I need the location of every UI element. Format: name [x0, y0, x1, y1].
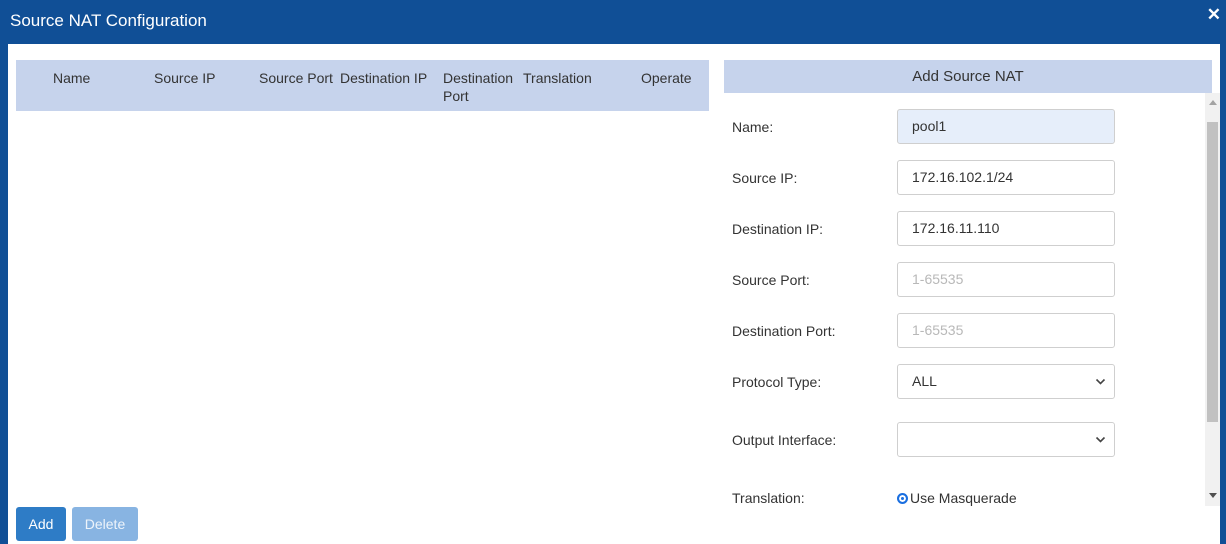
source-port-row: Source Port: 1-65535: [724, 262, 1194, 298]
column-header-operate: Operate: [641, 70, 692, 86]
dialog-titlebar: Source NAT Configuration ✕: [0, 0, 1226, 44]
name-row: Name: pool1: [724, 109, 1194, 145]
name-input[interactable]: pool1: [897, 109, 1115, 144]
add-button[interactable]: Add: [16, 507, 66, 541]
column-header-destination-ip: Destination IP: [340, 70, 428, 86]
destination-port-input[interactable]: 1-65535: [897, 313, 1115, 348]
destination-ip-input[interactable]: 172.16.11.110: [897, 211, 1115, 246]
radio-selected-icon: [897, 493, 908, 504]
source-ip-input[interactable]: 172.16.102.1/24: [897, 160, 1115, 195]
delete-button[interactable]: Delete: [72, 507, 138, 541]
panel-title: Add Source NAT: [724, 60, 1212, 93]
chevron-down-icon: [1095, 378, 1106, 385]
column-header-translation: Translation: [523, 70, 592, 86]
close-icon[interactable]: ✕: [1207, 5, 1221, 25]
source-ip-label: Source IP:: [732, 170, 798, 186]
name-label: Name:: [732, 119, 774, 135]
output-interface-label: Output Interface:: [732, 432, 837, 448]
scroll-up-icon[interactable]: [1209, 100, 1217, 105]
dialog-border-left: [0, 44, 8, 544]
source-port-input[interactable]: 1-65535: [897, 262, 1115, 297]
destination-ip-label: Destination IP:: [732, 221, 824, 237]
protocol-type-row: Protocol Type: ALL: [724, 364, 1194, 400]
destination-ip-row: Destination IP: 172.16.11.110: [724, 211, 1194, 247]
output-interface-row: Output Interface:: [724, 422, 1194, 458]
protocol-type-value: ALL: [912, 373, 937, 389]
use-masquerade-radio[interactable]: Use Masquerade: [897, 490, 1017, 506]
column-header-name: Name: [53, 70, 91, 86]
add-source-nat-panel: Add Source NAT Name: pool1 Source IP: 17…: [724, 60, 1212, 506]
panel-scrollbar[interactable]: [1205, 93, 1220, 506]
column-header-destination-port: Destination Port: [443, 70, 514, 104]
chevron-down-icon: [1095, 436, 1106, 443]
column-header-source-ip: Source IP: [154, 70, 216, 86]
destination-port-label: Destination Port:: [732, 323, 836, 339]
dialog-border-right: [1220, 44, 1226, 544]
protocol-type-label: Protocol Type:: [732, 374, 822, 390]
column-header-source-port: Source Port: [259, 70, 333, 86]
dialog-title: Source NAT Configuration: [10, 11, 207, 30]
nat-table-header: Name Source IP Source Port Destination I…: [16, 60, 709, 111]
destination-port-row: Destination Port: 1-65535: [724, 313, 1194, 349]
translation-row: Translation: Use Masquerade: [724, 480, 1194, 506]
source-port-label: Source Port:: [732, 272, 810, 288]
use-masquerade-label: Use Masquerade: [910, 490, 1017, 506]
scroll-down-icon[interactable]: [1209, 493, 1217, 498]
source-ip-row: Source IP: 172.16.102.1/24: [724, 160, 1194, 196]
translation-label: Translation:: [732, 490, 805, 506]
scrollbar-thumb[interactable]: [1207, 122, 1218, 422]
output-interface-select[interactable]: [897, 422, 1115, 457]
protocol-type-select[interactable]: ALL: [897, 364, 1115, 399]
dialog-body: Name Source IP Source Port Destination I…: [0, 44, 1226, 544]
